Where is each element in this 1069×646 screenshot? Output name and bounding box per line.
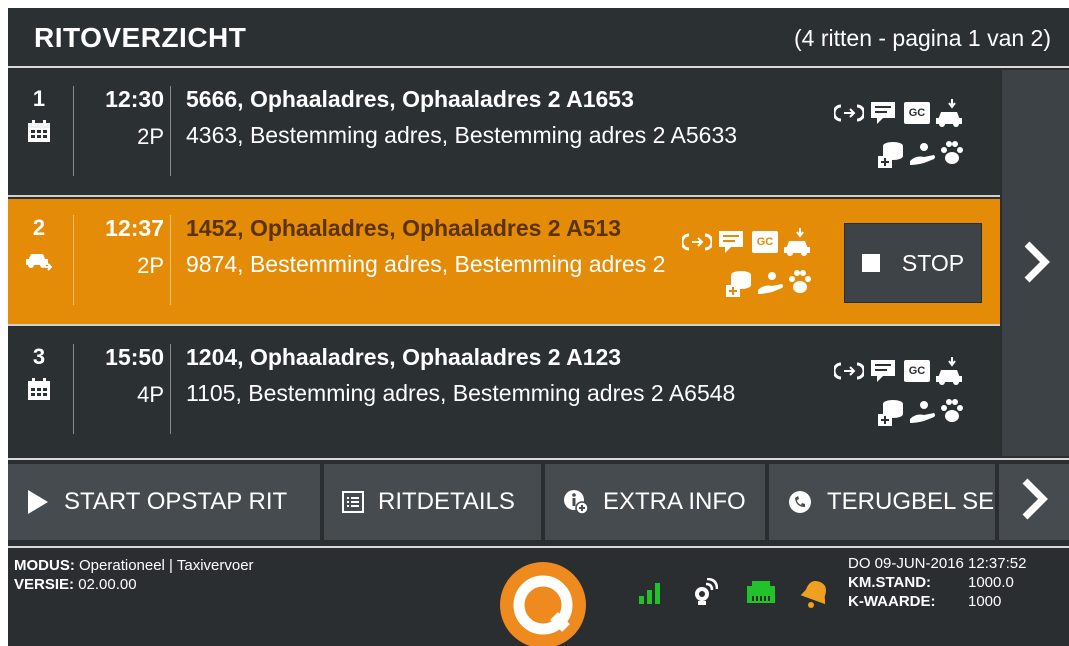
ride-pickup: 1204, Ophaaladres, Ophaaladres 2 A123	[186, 344, 622, 370]
status-icons	[638, 577, 838, 615]
ride-time: 15:50	[105, 344, 164, 370]
gc-icon: GC	[752, 231, 778, 253]
play-icon	[26, 489, 50, 515]
ride-pickup: 5666, Ophaaladres, Ophaaladres 2 A1653	[186, 86, 634, 112]
next-page-button[interactable]	[1002, 70, 1069, 456]
gc-icon: GC	[904, 102, 930, 124]
k-waarde-label: K-WAARDE:	[848, 593, 936, 610]
km-value: 1000.0	[968, 574, 1014, 591]
hand-icon	[908, 140, 938, 168]
divider	[73, 215, 74, 305]
hand-icon	[756, 269, 786, 297]
info-add-icon	[563, 489, 589, 515]
versie-label: VERSIE:	[14, 576, 75, 593]
terugbel-label: TERUGBEL SE	[827, 488, 995, 515]
page-title: RITOVERZICHT	[34, 22, 247, 53]
device-info: DO 09-JUN-2016 12:37:52 KM.STAND: 1000.0 …	[848, 554, 1026, 611]
ride-number: 3	[32, 344, 46, 369]
stop-button[interactable]: STOP	[844, 223, 982, 303]
stop-button-label: STOP	[901, 249, 965, 276]
ride-time: 12:30	[105, 86, 164, 112]
km-label: KM.STAND:	[848, 574, 932, 591]
ride-time: 12:37	[105, 215, 164, 241]
car-arrow-icon	[24, 247, 54, 273]
network-icon	[746, 580, 776, 609]
k-waarde-value: 1000	[968, 593, 1002, 610]
divider	[170, 215, 171, 305]
start-opstap-label: START OPSTAP RIT	[64, 488, 288, 515]
app-logo[interactable]	[500, 562, 586, 646]
terugbel-button[interactable]: TERUGBEL SE	[769, 464, 995, 540]
gps-satellite-icon	[690, 577, 719, 611]
modus-label: MODUS:	[14, 557, 75, 574]
chevron-right-icon	[1022, 240, 1050, 289]
divider	[170, 86, 171, 176]
car-download-icon	[934, 98, 964, 128]
car-download-icon	[934, 356, 964, 386]
call-forward-icon	[834, 102, 864, 124]
ride-row[interactable]: 1 12:30 2P 5666, Ophaaladres, Ophaaladre…	[8, 70, 1000, 197]
divider	[170, 344, 171, 434]
start-opstap-button[interactable]: START OPSTAP RIT	[8, 464, 320, 540]
datetime: DO 09-JUN-2016 12:37:52	[848, 555, 1027, 572]
action-bar: START OPSTAP RIT RITDETAILS EXTRA INFO T…	[8, 458, 1069, 546]
signal-icon	[638, 582, 662, 609]
list-icon	[342, 491, 364, 513]
ride-destination: 9874, Bestemming adres, Bestemming adres…	[186, 251, 666, 277]
chevron-right-icon	[1020, 477, 1048, 528]
message-icon	[868, 100, 898, 126]
ride-row[interactable]: 3 15:50 4P 1204, Ophaaladres, Ophaaladre…	[8, 328, 1000, 455]
header: RITOVERZICHT (4 ritten - pagina 1 van 2)	[8, 8, 1069, 68]
ride-destination: 4363, Bestemming adres, Bestemming adres…	[186, 122, 738, 148]
more-actions-button[interactable]	[999, 464, 1069, 540]
calendar-icon	[24, 376, 54, 402]
ritdetails-button[interactable]: RITDETAILS	[324, 464, 541, 540]
paw-icon	[938, 396, 966, 426]
ride-icons: GC	[834, 98, 964, 178]
ride-destination: 1105, Bestemming adres, Bestemming adres…	[186, 380, 736, 406]
money-add-icon	[876, 396, 906, 428]
ride-pickup: 1452, Ophaaladres, Ophaaladres 2 A513	[186, 215, 622, 241]
call-forward-icon	[682, 231, 712, 253]
callback-icon	[787, 489, 813, 515]
paw-icon	[938, 138, 966, 168]
ride-persons: 2P	[137, 253, 164, 278]
divider	[73, 344, 74, 434]
ride-icons: GC	[682, 227, 812, 307]
status-bar: MODUS: Operationeel | Taxivervoer VERSIE…	[8, 546, 1069, 646]
modus-value: Operationeel | Taxivervoer	[79, 557, 254, 574]
extra-info-label: EXTRA INFO	[603, 488, 746, 515]
ride-number: 2	[32, 215, 46, 240]
message-icon	[868, 358, 898, 384]
versie-value: 02.00.00	[78, 576, 137, 593]
ride-persons: 2P	[137, 124, 164, 149]
ride-list: 1 12:30 2P 5666, Ophaaladres, Ophaaladre…	[8, 70, 1000, 456]
screen: RITOVERZICHT (4 ritten - pagina 1 van 2)…	[8, 8, 1069, 646]
ritdetails-label: RITDETAILS	[378, 488, 515, 515]
mode-info: MODUS: Operationeel | Taxivervoer VERSIE…	[14, 556, 254, 594]
extra-info-button[interactable]: EXTRA INFO	[545, 464, 765, 540]
calendar-icon	[24, 118, 54, 144]
ride-number: 1	[32, 86, 46, 111]
divider	[73, 86, 74, 176]
hand-icon	[908, 398, 938, 426]
ride-icons: GC	[834, 356, 964, 436]
page-info: (4 ritten - pagina 1 van 2)	[794, 25, 1051, 51]
stop-icon	[861, 254, 880, 272]
gc-icon: GC	[904, 360, 930, 382]
car-download-icon	[782, 227, 812, 257]
message-icon	[716, 229, 746, 255]
money-add-icon	[876, 138, 906, 170]
paw-icon	[786, 267, 814, 297]
call-forward-icon	[834, 360, 864, 382]
ride-row-selected[interactable]: 2 12:37 2P 1452, Ophaaladres, Ophaaladre…	[8, 199, 1000, 326]
bell-icon[interactable]	[800, 578, 830, 615]
ride-persons: 4P	[137, 382, 164, 407]
money-add-icon	[724, 267, 754, 299]
